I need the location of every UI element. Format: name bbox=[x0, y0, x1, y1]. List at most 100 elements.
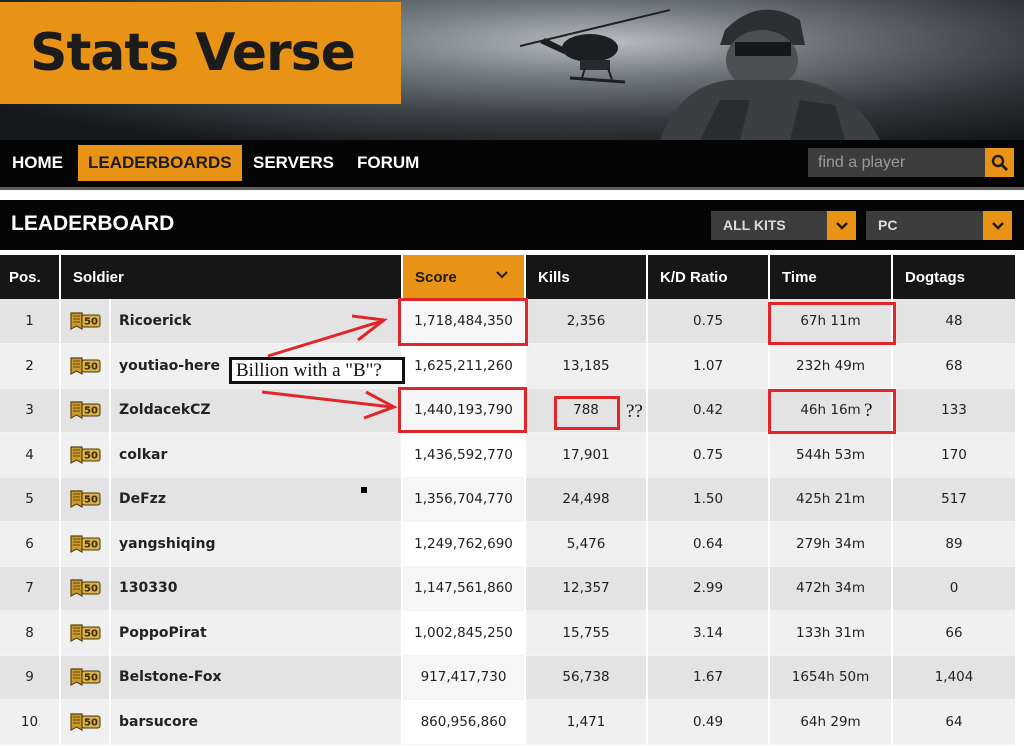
svg-text:50: 50 bbox=[84, 317, 98, 328]
score-cell: 917,417,730 bbox=[402, 655, 527, 700]
table-row[interactable]: 6 50 yangshiqing 1,249,762,690 5,476 0.64 279h… bbox=[0, 521, 1018, 567]
score-cell: 1,147,561,860 bbox=[402, 566, 527, 611]
kills-cell: 56,738 bbox=[525, 655, 649, 700]
soldier-name[interactable]: barsucore bbox=[110, 699, 404, 745]
dogtags-cell: 66 bbox=[892, 610, 1018, 656]
kd-cell: 0.42 bbox=[647, 388, 771, 433]
rank-badge-icon: 50 bbox=[70, 624, 101, 642]
time-cell: 1654h 50m bbox=[769, 655, 894, 700]
table-row[interactable]: 8 50 PoppoPirat 1,002,845,250 15,755 3.14 133h… bbox=[0, 610, 1018, 656]
platform-dropdown[interactable]: PC bbox=[866, 211, 1012, 240]
soldier-name[interactable]: Belstone-Fox bbox=[110, 655, 404, 700]
kd-cell: 1.50 bbox=[647, 477, 771, 522]
col-dogtags[interactable]: Dogtags bbox=[892, 255, 1018, 299]
pos-cell: 6 bbox=[0, 521, 61, 567]
logo-text: Stats Verse bbox=[30, 23, 356, 83]
table-row[interactable]: 2 50 youtiao-here 1,625,211,260 13,185 1.07 23… bbox=[0, 343, 1018, 389]
col-score[interactable]: Score bbox=[402, 255, 527, 299]
rank-cell: 50 bbox=[60, 521, 111, 567]
nav-leaderboards[interactable]: LEADERBOARDS bbox=[78, 145, 242, 181]
nav-forum[interactable]: FORUM bbox=[347, 145, 429, 181]
soldier-name[interactable]: yangshiqing bbox=[110, 521, 404, 567]
soldier-name[interactable]: 130330 bbox=[110, 566, 404, 611]
chevron-down-icon bbox=[983, 211, 1012, 240]
rank-badge-icon: 50 bbox=[70, 446, 101, 464]
score-cell: 1,002,845,250 bbox=[402, 610, 527, 656]
table-header-row: Pos. Soldier Score Kills K/D Ratio Time … bbox=[0, 255, 1018, 299]
kits-dropdown[interactable]: ALL KITS bbox=[711, 211, 856, 240]
kills-cell: 24,498 bbox=[525, 477, 649, 522]
nav-home[interactable]: HOME bbox=[2, 145, 73, 181]
kd-cell: 0.75 bbox=[647, 299, 771, 344]
col-kd[interactable]: K/D Ratio bbox=[647, 255, 771, 299]
kills-cell: 5,476 bbox=[525, 521, 649, 567]
rank-badge-icon: 50 bbox=[70, 535, 101, 553]
kd-cell: 3.14 bbox=[647, 610, 771, 656]
svg-text:50: 50 bbox=[84, 628, 98, 639]
kills-cell: 1,471 bbox=[525, 699, 649, 745]
dogtags-cell: 48 bbox=[892, 299, 1018, 344]
svg-text:50: 50 bbox=[84, 717, 98, 728]
pos-cell: 8 bbox=[0, 610, 61, 656]
sort-chevron-icon bbox=[496, 271, 508, 279]
rank-badge-icon: 50 bbox=[70, 357, 101, 375]
table-row[interactable]: 10 50 barsucore 860,956,860 1,471 0.49 64h 29m… bbox=[0, 699, 1018, 745]
search-input[interactable] bbox=[808, 148, 986, 177]
svg-text:50: 50 bbox=[84, 361, 98, 372]
kd-cell: 0.49 bbox=[647, 699, 771, 745]
col-pos[interactable]: Pos. bbox=[0, 255, 61, 299]
pos-cell: 9 bbox=[0, 655, 61, 700]
rank-cell: 50 bbox=[60, 610, 111, 656]
rank-badge-icon: 50 bbox=[70, 713, 101, 731]
dogtags-cell: 170 bbox=[892, 432, 1018, 478]
pos-cell: 5 bbox=[0, 477, 61, 522]
score-cell: 1,249,762,690 bbox=[402, 521, 527, 567]
col-score-label: Score bbox=[415, 268, 457, 286]
col-soldier[interactable]: Soldier bbox=[60, 255, 404, 299]
soldier-name[interactable]: ZoldacekCZ bbox=[110, 388, 404, 433]
col-time[interactable]: Time bbox=[769, 255, 894, 299]
svg-text:50: 50 bbox=[84, 406, 98, 417]
kills-cell: 13,185 bbox=[525, 343, 649, 389]
soldier-name[interactable]: colkar bbox=[110, 432, 404, 478]
table-row[interactable]: 4 50 colkar 1,436,592,770 17,901 0.75 544h 53m… bbox=[0, 432, 1018, 478]
score-cell: 1,625,211,260 bbox=[402, 343, 527, 389]
kd-cell: 1.67 bbox=[647, 655, 771, 700]
kills-highlight-3 bbox=[554, 396, 620, 430]
stray-dot bbox=[361, 487, 367, 493]
site-banner: Stats Verse bbox=[0, 0, 1024, 140]
kd-cell: 2.99 bbox=[647, 566, 771, 611]
kd-cell: 1.07 bbox=[647, 343, 771, 389]
rank-badge-icon: 50 bbox=[70, 579, 101, 598]
svg-text:50: 50 bbox=[84, 495, 98, 506]
rank-cell: 50 bbox=[60, 343, 111, 389]
rank-cell: 50 bbox=[60, 432, 111, 478]
time-cell: 425h 21m bbox=[769, 477, 894, 522]
kits-dropdown-value: ALL KITS bbox=[723, 217, 786, 233]
table-row[interactable]: 9 50 Belstone-Fox 917,417,730 56,738 1.67 1654… bbox=[0, 655, 1018, 700]
soldier-name[interactable]: Ricoerick bbox=[110, 299, 404, 344]
rank-cell: 50 bbox=[60, 655, 111, 700]
table-row[interactable]: 7 50 130330 1,147,561,860 12,357 2.99 472h 34m… bbox=[0, 566, 1018, 611]
page-title: LEADERBOARD bbox=[11, 212, 175, 235]
annotation-label: Billion with a "B"? bbox=[229, 357, 405, 384]
kd-cell: 0.64 bbox=[647, 521, 771, 567]
soldier-illustration bbox=[660, 9, 880, 140]
soldier-name[interactable]: DeFzz bbox=[110, 477, 404, 522]
svg-text:50: 50 bbox=[84, 539, 98, 550]
rank-badge-icon: 50 bbox=[70, 490, 101, 509]
search-button[interactable] bbox=[985, 148, 1014, 177]
player-search bbox=[808, 148, 1014, 177]
score-highlight-1 bbox=[398, 298, 528, 346]
rank-cell: 50 bbox=[60, 566, 111, 611]
soldier-name[interactable]: PoppoPirat bbox=[110, 610, 404, 656]
search-icon bbox=[991, 154, 1008, 171]
col-kills[interactable]: Kills bbox=[525, 255, 649, 299]
nav-servers[interactable]: SERVERS bbox=[243, 145, 344, 181]
score-cell: 860,956,860 bbox=[402, 699, 527, 745]
dogtags-cell: 64 bbox=[892, 699, 1018, 745]
time-question-mark: ? bbox=[864, 400, 873, 421]
site-logo[interactable]: Stats Verse bbox=[0, 2, 401, 104]
pos-cell: 4 bbox=[0, 432, 61, 478]
table-row[interactable]: 5 50 DeFzz 1,356,704,770 24,498 1.50 425h 21m 5… bbox=[0, 477, 1018, 522]
